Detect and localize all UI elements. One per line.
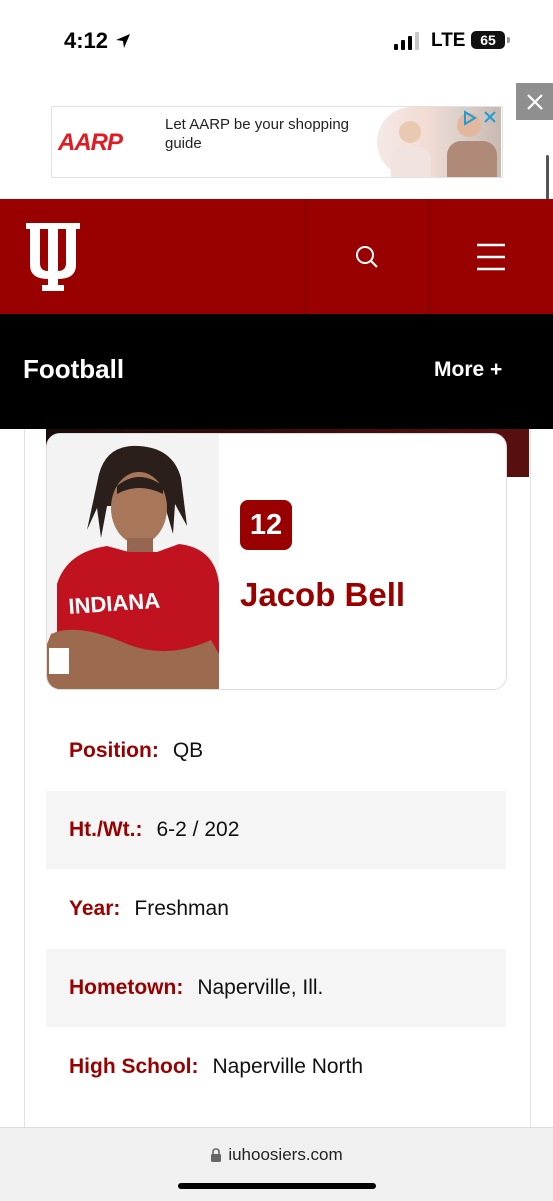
ad-brand-logo: AARP [58, 129, 123, 156]
browser-address-bar[interactable]: iuhoosiers.com [0, 1127, 553, 1201]
url-field[interactable]: iuhoosiers.com [0, 1145, 553, 1165]
search-icon [356, 245, 378, 268]
time-text: 4:12 [64, 28, 109, 53]
player-photo: INDIANA [47, 434, 219, 689]
iu-logo-icon[interactable] [22, 219, 84, 295]
network-label: LTE [431, 30, 466, 51]
sport-nav-bar: Football More + [0, 314, 553, 429]
detail-row-high-school: High School: Naperville North [46, 1028, 506, 1106]
scroll-indicator [546, 155, 549, 201]
search-button[interactable] [306, 199, 428, 314]
detail-value: 6-2 / 202 [156, 818, 240, 841]
detail-value: Naperville, Ill. [197, 976, 324, 999]
ad-text: Let AARP be your shopping guide [165, 116, 350, 152]
jersey-number-badge: 12 [240, 500, 292, 550]
detail-value: Naperville North [212, 1055, 364, 1078]
player-name: Jacob Bell [240, 576, 406, 613]
close-icon [526, 93, 543, 110]
sport-title[interactable]: Football [23, 354, 124, 385]
detail-row-year: Year: Freshman [46, 870, 506, 948]
battery-icon: 65 [471, 31, 510, 49]
location-arrow-icon [116, 34, 131, 48]
signal-strength-icon [394, 32, 419, 50]
detail-label: High School: [69, 1055, 199, 1078]
detail-value: QB [172, 739, 204, 762]
home-indicator[interactable] [178, 1183, 376, 1189]
lock-icon [211, 1148, 222, 1162]
detail-row-hometown: Hometown: Naperville, Ill. [46, 949, 506, 1027]
close-ad-button[interactable] [516, 83, 553, 120]
ad-choices-icon[interactable] [462, 110, 478, 126]
player-card: INDIANA 12 Jacob Bell [46, 433, 507, 690]
detail-value: Freshman [134, 897, 229, 920]
detail-label: Ht./Wt.: [69, 818, 143, 841]
menu-button[interactable] [429, 199, 553, 314]
detail-label: Position: [69, 739, 159, 762]
url-text: iuhoosiers.com [228, 1145, 343, 1164]
detail-row-position: Position: QB [46, 712, 506, 790]
ad-banner[interactable]: AARP Let AARP be your shopping guide [51, 106, 503, 178]
detail-row-height-weight: Ht./Wt.: 6-2 / 202 [46, 791, 506, 869]
detail-label: Year: [69, 897, 121, 920]
hamburger-menu-icon [477, 243, 505, 270]
ad-dismiss-icon[interactable] [482, 109, 498, 125]
more-menu-button[interactable]: More + [434, 358, 502, 382]
status-time: 4:12 [64, 28, 132, 54]
player-photo-image: INDIANA [47, 434, 219, 689]
status-bar: 4:12 LTE 65 [0, 0, 553, 80]
detail-label: Hometown: [69, 976, 184, 999]
site-header [0, 199, 553, 314]
